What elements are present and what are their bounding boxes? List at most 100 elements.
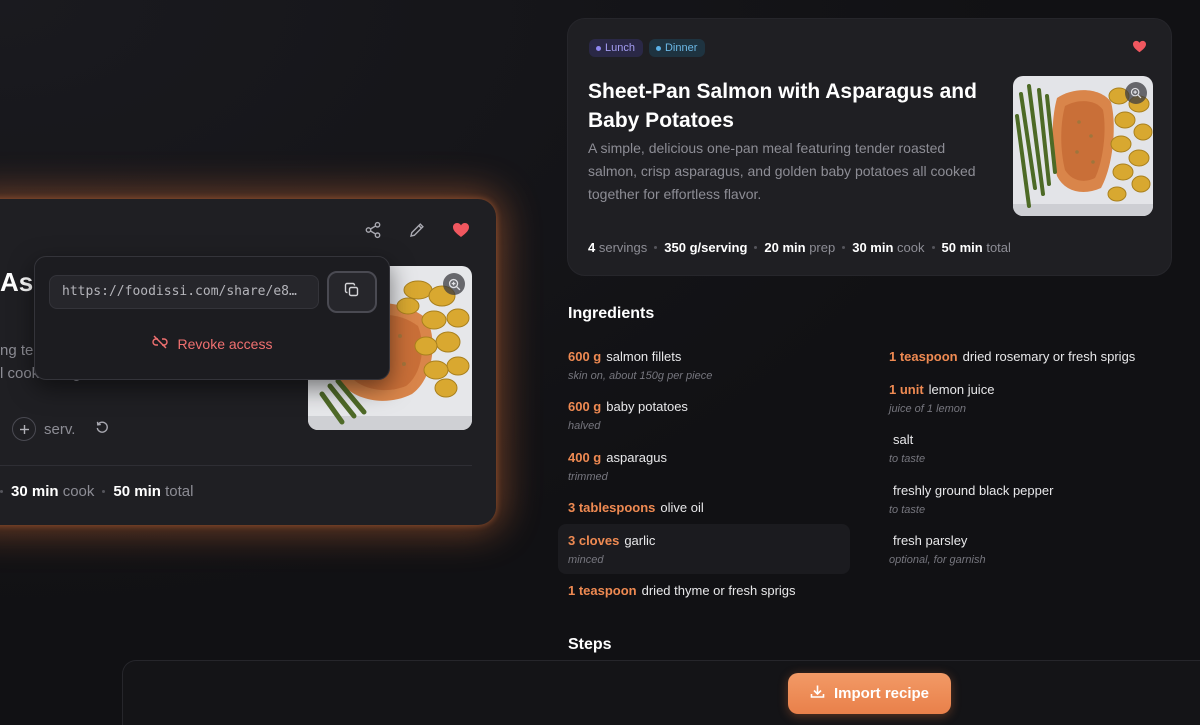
- ingredient-note: to taste: [889, 453, 926, 466]
- ingredient-name: dried rosemary or fresh sprigs: [962, 349, 1136, 364]
- ingredient-name: salmon fillets: [606, 349, 682, 364]
- tag-label: Lunch: [605, 42, 635, 54]
- tag-lunch[interactable]: Lunch: [589, 39, 643, 57]
- per-serving: 350 g/serving: [664, 240, 747, 255]
- edit-icon[interactable]: [408, 221, 426, 239]
- ingredient-item[interactable]: 3 tablespoons olive oil: [558, 491, 850, 524]
- ingredient-quantity: 1 teaspoon: [568, 583, 637, 599]
- separator-dot: [102, 490, 106, 493]
- ingredient-quantity: 600 g: [568, 399, 602, 415]
- revoke-access-label: Revoke access: [177, 335, 273, 352]
- cook-time: 30 min cook: [852, 240, 924, 255]
- ingredient-item[interactable]: 1 teaspoon dried rosemary or fresh sprigs: [879, 340, 1171, 373]
- recipe-description: A simple, delicious one-pan meal featuri…: [588, 140, 976, 202]
- ingredients-heading: Ingredients: [568, 305, 655, 322]
- servings-unit-label: serv.: [44, 420, 76, 438]
- total-time-label: total: [165, 483, 194, 500]
- ingredient-note: skin on, about 150g per piece: [568, 370, 713, 382]
- ingredients-column-right: 1 teaspoon dried rosemary or fresh sprigs…: [879, 340, 1171, 574]
- card-actions: [364, 221, 470, 239]
- steps-heading: Steps: [568, 636, 612, 653]
- ingredient-note: minced: [568, 553, 604, 566]
- ingredient-note: trimmed: [568, 470, 608, 483]
- ingredient-item[interactable]: salt to taste: [879, 423, 1171, 473]
- prep-time: 20 min prep: [764, 240, 835, 255]
- share-link-field[interactable]: https://foodissi.com/share/e8…: [49, 275, 319, 309]
- time-meta: 30 min cook 50 min total: [0, 483, 193, 500]
- total-time-value: 50 min: [113, 483, 161, 500]
- copy-icon: [344, 282, 360, 303]
- ingredient-name: salt: [893, 432, 914, 448]
- servings: 4 servings: [588, 240, 647, 255]
- ingredient-quantity: 400 g: [568, 449, 602, 465]
- ingredient-note: optional, for garnish: [889, 553, 986, 566]
- tag-dot: [596, 45, 601, 51]
- divider: [0, 465, 472, 466]
- download-icon: [810, 684, 825, 703]
- per-serving-value: 350 g/serving: [664, 240, 748, 255]
- import-recipe-label: Import recipe: [833, 685, 930, 702]
- prep-time-label: prep: [809, 240, 836, 255]
- share-icon[interactable]: [364, 221, 382, 239]
- prep-time-value: 20 min: [764, 240, 806, 255]
- ingredient-quantity: 1 teaspoon: [889, 349, 958, 364]
- zoom-icon[interactable]: [443, 273, 465, 295]
- ingredient-item[interactable]: 1 teaspoon dried thyme or fresh sprigs: [558, 574, 850, 624]
- ingredient-item[interactable]: freshly ground black pepper to taste: [879, 474, 1171, 524]
- unlink-icon: [151, 335, 168, 352]
- reset-icon[interactable]: [95, 420, 109, 439]
- ingredient-item[interactable]: 600 g salmon fillets skin on, about 150g …: [558, 340, 850, 390]
- cook-time-label: cook: [897, 240, 925, 255]
- total-time: 50 min total: [942, 240, 1011, 255]
- ingredient-name: olive oil: [660, 499, 704, 515]
- cook-time: 30 min cook: [11, 483, 94, 500]
- recipe-meta: 4 servings 350 g/serving 20 min prep 30 …: [588, 240, 1011, 255]
- recipe-header-card: Lunch Dinner Sheet-Pan Salmon with Aspar…: [567, 18, 1172, 276]
- bottom-action-bar: [122, 660, 1200, 725]
- ingredient-item[interactable]: fresh parsley optional, for garnish: [879, 524, 1171, 574]
- import-recipe-button[interactable]: Import recipe: [788, 673, 951, 714]
- ingredient-name: garlic: [624, 532, 656, 548]
- ingredient-name: fresh parsley: [893, 532, 968, 548]
- servings-control: serv.: [12, 417, 109, 441]
- plus-icon[interactable]: [12, 417, 36, 441]
- ingredient-quantity: 3 cloves: [568, 532, 620, 548]
- tag-label: Dinner: [664, 42, 698, 54]
- ingredient-name: baby potatoes: [606, 399, 688, 415]
- heart-icon[interactable]: [452, 221, 470, 239]
- total-time-value: 50 min: [941, 240, 983, 255]
- ingredient-quantity: 3 tablespoons: [568, 499, 656, 515]
- cook-time-value: 30 min: [852, 240, 894, 255]
- ingredient-item[interactable]: 1 unit lemon juice juice of 1 lemon: [879, 373, 1171, 423]
- cook-time-label: cook: [62, 483, 95, 500]
- ingredient-note: halved: [568, 420, 601, 433]
- total-time-label: total: [986, 240, 1011, 255]
- tag-dinner[interactable]: Dinner: [648, 39, 706, 57]
- ingredient-quantity: 600 g: [568, 349, 602, 364]
- cook-time-value: 30 min: [11, 483, 59, 500]
- ingredient-name: asparagus: [606, 449, 667, 465]
- separator-dot: [654, 246, 658, 249]
- separator-dot: [931, 246, 935, 249]
- tag-dot: [655, 45, 661, 51]
- total-time: 50 min total: [113, 483, 193, 500]
- separator-dot: [754, 246, 758, 249]
- share-popover: https://foodissi.com/share/e8… Revoke ac…: [34, 256, 390, 380]
- heart-icon[interactable]: [1132, 40, 1147, 58]
- recipe-photo: [1013, 76, 1153, 216]
- meal-tags: Lunch Dinner: [589, 39, 706, 57]
- separator-dot: [0, 490, 3, 493]
- servings-value: 4: [588, 240, 596, 255]
- ingredient-item[interactable]: 600 g baby potatoes halved: [558, 390, 850, 440]
- ingredient-name: lemon juice: [928, 382, 995, 397]
- ingredient-quantity: 1 unit: [889, 382, 924, 397]
- ingredient-item[interactable]: 3 cloves garlic minced: [558, 523, 850, 575]
- ingredient-item[interactable]: 400 g asparagus trimmed: [558, 441, 850, 491]
- servings-label: servings: [598, 240, 648, 255]
- recipe-title: Sheet-Pan Salmon with Asparagus and Baby…: [588, 80, 977, 132]
- zoom-icon[interactable]: [1125, 82, 1147, 104]
- ingredient-note: juice of 1 lemon: [889, 403, 967, 415]
- copy-link-button[interactable]: [327, 271, 377, 313]
- ingredient-name: freshly ground black pepper: [893, 482, 1054, 498]
- revoke-access-button[interactable]: Revoke access: [35, 335, 389, 352]
